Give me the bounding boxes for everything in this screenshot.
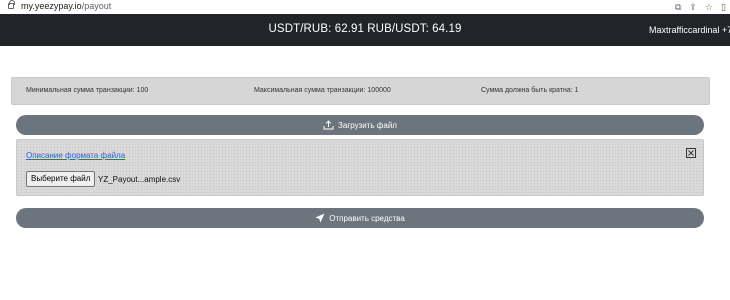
- url-text[interactable]: my.yeezypay.io/payout: [21, 1, 111, 11]
- account-name[interactable]: Maxtrafficcardinal +7: [649, 25, 730, 35]
- send-funds-label: Отправить средства: [329, 213, 405, 223]
- upload-icon: [323, 120, 334, 130]
- exchange-rates: USDT/RUB: 62.91 RUB/USDT: 64.19: [268, 23, 462, 35]
- translate-icon[interactable]: ⧉: [675, 1, 681, 13]
- browser-address-bar[interactable]: my.yeezypay.io/payout ⧉ ⇪ ☆ ▯: [0, 0, 730, 14]
- multiple-amount-text: Сумма должна быть кратна: 1: [481, 87, 579, 94]
- file-format-description-link[interactable]: Описание формата файла: [26, 151, 125, 160]
- browser-toolbar-icons: ⧉ ⇪ ☆ ▯: [675, 1, 726, 13]
- star-icon[interactable]: ☆: [705, 1, 713, 13]
- extension-icon[interactable]: ▯: [721, 1, 726, 13]
- file-upload-panel: Описание формата файла Выберите файл YZ_…: [16, 139, 704, 196]
- max-amount-text: Максимальная сумма транзакции: 100000: [254, 87, 391, 94]
- choose-file-button[interactable]: Выберите файл: [26, 171, 96, 187]
- share-icon[interactable]: ⇪: [689, 1, 697, 13]
- close-panel-button[interactable]: [686, 148, 696, 158]
- upload-file-label: Загрузить файл: [338, 120, 397, 130]
- top-header: USDT/RUB: 62.91 RUB/USDT: 64.19 Maxtraff…: [0, 14, 730, 46]
- selected-file-name: YZ_Payout...ample.csv: [98, 175, 181, 184]
- min-amount-text: Минимальная сумма транзакции: 100: [26, 87, 149, 94]
- transaction-limits-panel: Минимальная сумма транзакции: 100 Максим…: [11, 77, 710, 105]
- send-icon: [315, 213, 325, 223]
- close-icon: [688, 150, 694, 156]
- lock-icon: [8, 0, 15, 9]
- url-host: my.yeezypay.io: [21, 1, 82, 11]
- url-path: /payout: [81, 1, 112, 11]
- send-funds-button[interactable]: Отправить средства: [16, 208, 704, 228]
- upload-file-button[interactable]: Загрузить файл: [16, 115, 704, 135]
